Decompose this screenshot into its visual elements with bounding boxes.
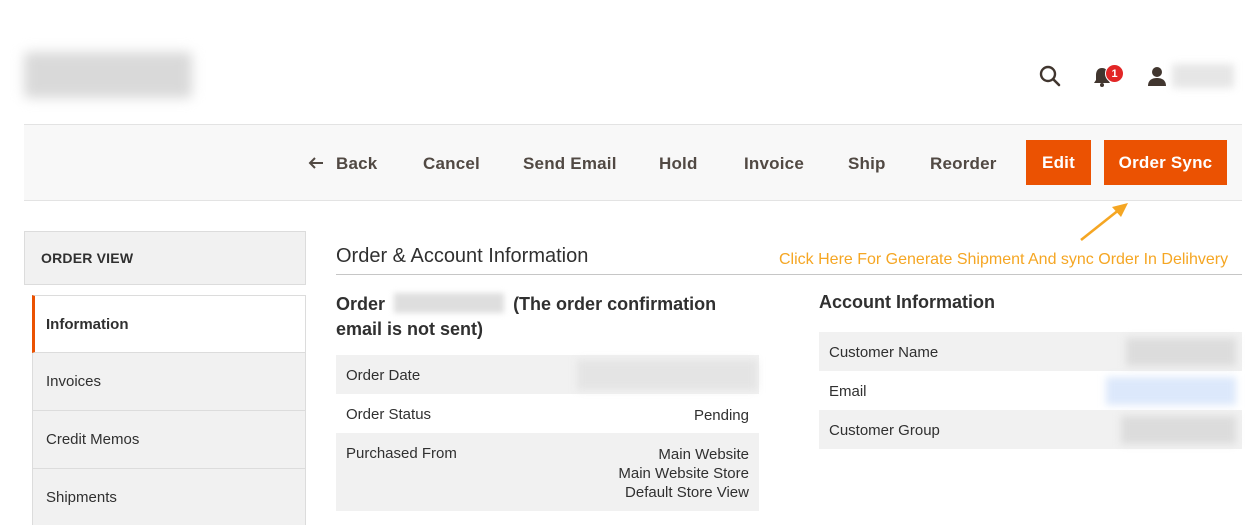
table-row: Customer Name xyxy=(819,332,1242,371)
back-button[interactable]: Back xyxy=(308,152,377,176)
annotation-text: Click Here For Generate Shipment And syn… xyxy=(779,251,1229,268)
section-title: Order & Account Information xyxy=(336,245,589,267)
email-label: Email xyxy=(829,383,867,400)
store-view-name: Default Store View xyxy=(625,484,749,501)
email-link[interactable] xyxy=(1106,377,1236,405)
customer-group-label: Customer Group xyxy=(829,422,940,439)
cancel-button[interactable]: Cancel xyxy=(423,152,480,176)
order-heading-suffix: (The order confirmation email is not sen… xyxy=(336,294,717,339)
order-date-label: Order Date xyxy=(346,367,421,384)
account-information-title: Account Information xyxy=(819,292,995,312)
reorder-button[interactable]: Reorder xyxy=(930,152,997,176)
order-heading-prefix: Order xyxy=(336,294,386,314)
search-icon[interactable] xyxy=(1038,64,1062,88)
order-action-toolbar: Back Cancel Send Email Hold Invoice Ship… xyxy=(24,124,1242,201)
customer-group-value xyxy=(1121,416,1236,444)
send-email-button[interactable]: Send Email xyxy=(523,152,617,176)
order-date-value xyxy=(577,360,757,390)
order-sync-button[interactable]: Order Sync xyxy=(1104,140,1227,185)
table-row: Email xyxy=(819,371,1242,410)
purchased-from-value: Main Website Main Website Store Default … xyxy=(618,445,749,502)
back-label: Back xyxy=(336,154,378,173)
invoice-button[interactable]: Invoice xyxy=(744,152,804,176)
order-status-value: Pending xyxy=(693,407,749,424)
order-info-table: Order Date Order Status Pending Purchase… xyxy=(336,355,759,511)
account-info-table: Customer Name Email Customer Group xyxy=(819,332,1242,449)
order-view-sidebar: ORDER VIEW Information Invoices Credit M… xyxy=(24,231,306,525)
table-row: Order Date xyxy=(336,355,759,394)
notification-count-badge[interactable]: 1 xyxy=(1105,64,1124,83)
arrow-left-icon xyxy=(308,157,323,169)
section-divider xyxy=(336,274,1242,275)
sidebar-title: ORDER VIEW xyxy=(24,231,306,285)
annotation-arrow-icon xyxy=(1080,203,1128,242)
sidebar-item-invoices[interactable]: Invoices xyxy=(32,353,306,411)
hold-button[interactable]: Hold xyxy=(659,152,698,176)
table-row: Purchased From Main Website Main Website… xyxy=(336,433,759,511)
store-name: Main Website Store xyxy=(618,465,749,482)
purchased-from-label: Purchased From xyxy=(346,445,457,462)
user-icon[interactable] xyxy=(1146,65,1168,87)
customer-name-link[interactable] xyxy=(1126,338,1236,366)
website-name: Main Website xyxy=(658,446,749,463)
table-row: Order Status Pending xyxy=(336,394,759,433)
customer-name-label: Customer Name xyxy=(829,344,939,361)
sidebar-item-information[interactable]: Information xyxy=(32,295,306,353)
order-heading: Order (The order confirmation email is n… xyxy=(336,292,756,342)
table-row: Customer Group xyxy=(819,410,1242,449)
edit-button[interactable]: Edit xyxy=(1026,140,1091,185)
order-id xyxy=(394,293,505,313)
user-name[interactable] xyxy=(1172,64,1234,88)
sidebar-item-shipments[interactable]: Shipments xyxy=(32,469,306,525)
order-status-label: Order Status xyxy=(346,406,432,423)
sidebar-item-credit-memos[interactable]: Credit Memos xyxy=(32,411,306,469)
header-actions: 1 xyxy=(0,62,1260,90)
ship-button[interactable]: Ship xyxy=(848,152,886,176)
